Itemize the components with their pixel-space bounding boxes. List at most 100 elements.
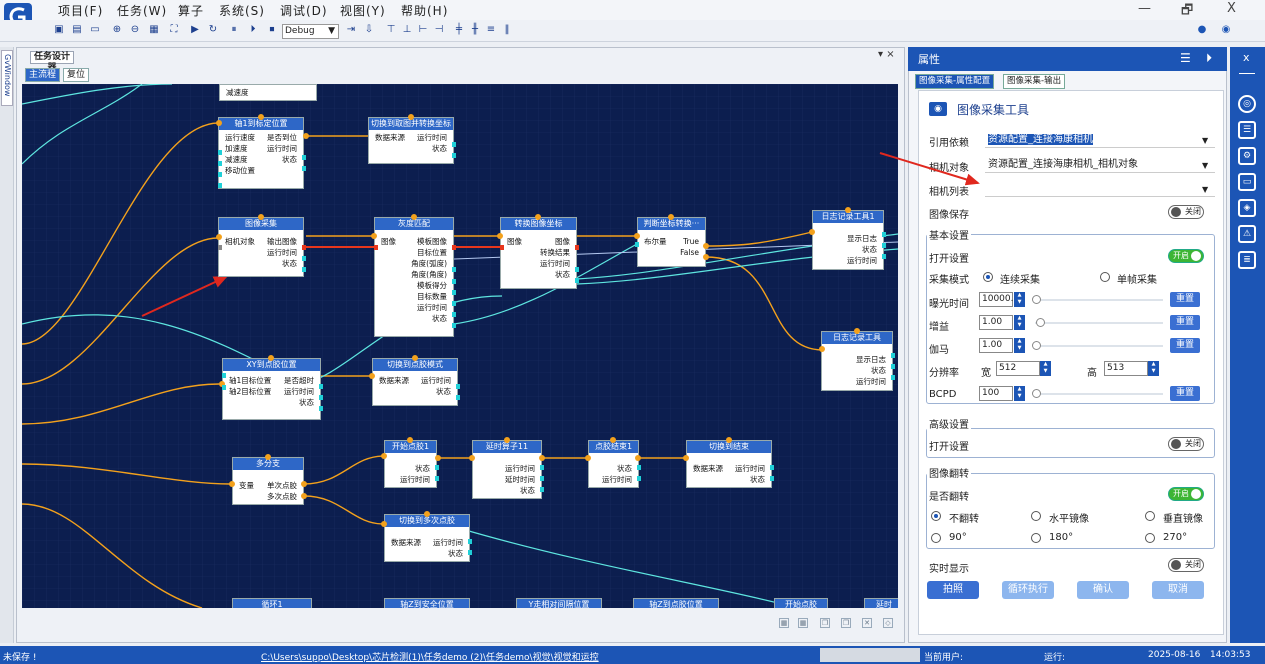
advanced-open-toggle[interactable]: 关闭 xyxy=(1168,437,1204,451)
gvwindow-side-tab[interactable]: GvWindow xyxy=(1,50,13,106)
node-xy-position[interactable]: XY到点胶位置 轴1目标位置 轴2目标位置 是否超时 运行时间 状态 xyxy=(222,358,321,420)
run-loop-icon[interactable]: ↻ xyxy=(207,24,219,36)
checklist-icon[interactable]: ☰ xyxy=(1238,121,1256,139)
save-as-icon[interactable]: ▤ xyxy=(71,24,83,36)
list-icon[interactable]: ≣ xyxy=(1238,251,1256,269)
bcpd-slider[interactable] xyxy=(1035,393,1163,395)
save-icon[interactable]: ▣ xyxy=(53,24,65,36)
tab-reset[interactable]: 复位 xyxy=(63,68,90,82)
flip-toggle[interactable]: 开启 xyxy=(1168,487,1204,501)
node-log1[interactable]: 日志记录工具1 显示日志 状态 运行时间 xyxy=(812,210,884,270)
menu-help[interactable]: 帮助(H) xyxy=(401,2,448,19)
chevron-down-icon[interactable]: ▼ xyxy=(1202,161,1208,170)
menu-debug[interactable]: 调试(D) xyxy=(280,2,328,19)
align-right-icon[interactable]: ⊣ xyxy=(433,24,445,36)
camera-object-select[interactable]: 资源配置_连接海康相机_相机对象 xyxy=(985,158,1215,173)
gamma-reset-button[interactable]: 重置 xyxy=(1170,338,1200,353)
workflow-icon[interactable]: ◎ xyxy=(1238,95,1256,113)
confirm-button[interactable]: 确认 xyxy=(1077,581,1129,599)
shoot-button[interactable]: 拍照 xyxy=(927,581,979,599)
gamma-input[interactable]: 1.00 xyxy=(979,338,1013,353)
node-delay2[interactable]: 延时 xyxy=(864,598,898,608)
align-bottom-icon[interactable]: ⊥ xyxy=(401,24,413,36)
grid-icon[interactable]: ▦ xyxy=(779,618,789,628)
pin-icon[interactable]: ⏵ xyxy=(1206,51,1212,66)
loop-run-button[interactable]: 循环执行 xyxy=(1002,581,1054,599)
tab-main-flow[interactable]: 主流程 xyxy=(25,68,61,82)
ref-select[interactable]: 资源配置_连接海康相机 xyxy=(985,133,1215,148)
node-log2[interactable]: 日志记录工具 显示日志 状态 运行时间 xyxy=(821,331,893,391)
menu-icon[interactable]: ☰ xyxy=(1180,51,1191,65)
bcpd-slider-knob[interactable] xyxy=(1032,389,1041,398)
menu-task[interactable]: 任务(W) xyxy=(117,2,167,19)
bcpd-reset-button[interactable]: 重置 xyxy=(1170,386,1200,401)
menu-operator[interactable]: 算子 xyxy=(178,2,204,19)
gamma-spinner[interactable]: ▲ ▼ xyxy=(1014,338,1025,353)
align-left-icon[interactable]: ⊢ xyxy=(417,24,429,36)
project-path-link[interactable]: C:\Users\suppo\Desktop\芯片检测(1)\任务demo (2… xyxy=(261,650,599,663)
fullscreen-icon[interactable]: ⛶ xyxy=(168,24,180,36)
align-top-icon[interactable]: ⊤ xyxy=(385,24,397,36)
exposure-input[interactable]: 10000.0 xyxy=(979,292,1019,307)
task-designer-tab[interactable]: 任务设计器 xyxy=(30,51,74,73)
node-start-dispense[interactable]: 开始点胶 xyxy=(774,598,828,608)
step-icon[interactable]: ⇥ xyxy=(345,24,357,36)
warning-icon[interactable]: ⚠ xyxy=(1238,225,1256,243)
distribute-center-icon[interactable]: ╫ xyxy=(469,24,481,36)
layout-icon[interactable]: ▦ xyxy=(798,618,808,628)
close-icon[interactable]: x xyxy=(1243,51,1250,64)
mode-single-radio[interactable] xyxy=(1100,272,1110,282)
zoom-out-icon[interactable]: ⊖ xyxy=(129,24,141,36)
gain-reset-button[interactable]: 重置 xyxy=(1170,315,1200,330)
debug-mode-select[interactable]: Debug ▼ xyxy=(282,24,339,39)
node-judge[interactable]: 判断坐标转换··· 布尔量 True False xyxy=(637,217,706,267)
gamma-slider[interactable] xyxy=(1035,345,1163,347)
image-save-toggle[interactable]: 关闭 xyxy=(1168,205,1204,219)
node-multi-branch[interactable]: 多分支 变量 单次点胶 多次点胶 xyxy=(232,457,304,505)
copy-icon[interactable]: ❐ xyxy=(820,618,830,628)
no-flip-radio[interactable] xyxy=(931,511,941,521)
height-spinner[interactable]: ▲ ▼ xyxy=(1148,361,1159,376)
paste-icon[interactable]: ❐ xyxy=(841,618,851,628)
chevron-down-icon[interactable]: ▼ xyxy=(1202,136,1208,145)
node-start-dispense1[interactable]: 开始点胶1 状态 运行时间 xyxy=(384,440,437,488)
open-setting-toggle[interactable]: 开启 xyxy=(1168,249,1204,263)
monitor-icon[interactable]: ▭ xyxy=(1238,173,1256,191)
v-mirror-radio[interactable] xyxy=(1145,511,1155,521)
width-spinner[interactable]: ▲ ▼ xyxy=(1040,361,1051,376)
gain-slider-knob[interactable] xyxy=(1036,318,1045,327)
node-switch3[interactable]: 切换到多次点胶 数据来源 运行时间 状态 xyxy=(384,514,470,562)
gamma-slider-knob[interactable] xyxy=(1032,341,1041,350)
tab-output[interactable]: 图像采集-输出 xyxy=(1003,74,1066,89)
h-mirror-radio[interactable] xyxy=(1031,511,1041,521)
height-input[interactable]: 513 xyxy=(1104,361,1148,376)
user-icon[interactable]: ● xyxy=(1196,24,1208,36)
node-convert-coords[interactable]: 转换图像坐标 图像 图像 转换结果 运行时间 状态 xyxy=(500,217,577,289)
bcpd-input[interactable]: 100 xyxy=(979,386,1013,401)
node-switch-end[interactable]: 切换到结束 数据来源 运行时间 状态 xyxy=(686,440,772,488)
exposure-slider-knob[interactable] xyxy=(1032,295,1041,304)
chevron-down-icon[interactable]: ▼ xyxy=(1202,185,1208,194)
open-icon[interactable]: ▭ xyxy=(89,24,101,36)
distribute-h-icon[interactable]: ╪ xyxy=(453,24,465,36)
device-settings-icon[interactable]: ⚙ xyxy=(1238,147,1256,165)
node-y-relative[interactable]: Y走相对间隔位置 xyxy=(516,598,602,608)
layers-icon[interactable]: ◈ xyxy=(1238,199,1256,217)
menu-project[interactable]: 项目(F) xyxy=(58,2,103,19)
clear-icon[interactable]: ◇ xyxy=(883,618,893,628)
distribute-v-icon[interactable]: ≡ xyxy=(485,24,497,36)
exposure-slider[interactable] xyxy=(1035,299,1163,301)
fit-icon[interactable]: ▦ xyxy=(148,24,160,36)
tab-property-config[interactable]: 图像采集-属性配置 xyxy=(915,74,995,89)
node-axis1[interactable]: 轴1到标定位置 运行速度 加速度 减速度 移动位置 是否到位 运行时间 状态 xyxy=(218,117,304,189)
step-into-icon[interactable]: ⇩ xyxy=(363,24,375,36)
settings-icon[interactable]: ◉ xyxy=(1220,24,1232,36)
zoom-in-icon[interactable]: ⊕ xyxy=(111,24,123,36)
rotate-180-radio[interactable] xyxy=(1031,533,1041,543)
gain-spinner[interactable]: ▲ ▼ xyxy=(1014,315,1025,330)
width-input[interactable]: 512 xyxy=(996,361,1040,376)
close-window-button[interactable]: X xyxy=(1227,1,1236,16)
flow-canvas[interactable]: 减速度 轴1到标定位置 运行速度 加速度 减速度 移动位置 是否到位 运行时间 … xyxy=(22,84,898,608)
node-switch1[interactable]: 切换到取图并转换坐标 数据来源 运行时间 状态 xyxy=(368,117,454,164)
camera-list-select[interactable] xyxy=(985,182,1215,197)
